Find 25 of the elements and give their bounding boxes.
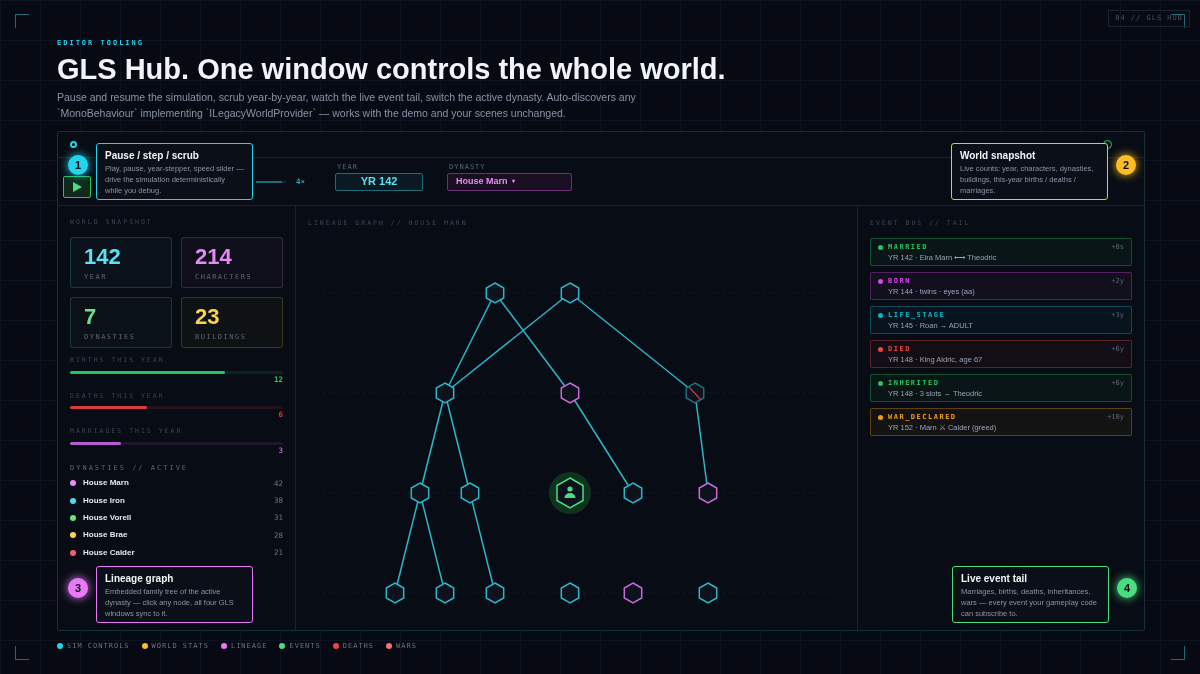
- step-number-badge: 3: [68, 578, 88, 598]
- callout-title: Live event tail: [961, 572, 1029, 586]
- dynasty-name[interactable]: House Calder: [83, 546, 267, 559]
- corner-bracket: [15, 14, 29, 28]
- play-icon: [72, 181, 82, 192]
- dynasty-name[interactable]: House Vorell: [83, 511, 267, 524]
- dynasty-name[interactable]: House Brae: [83, 529, 267, 542]
- dynasty-name[interactable]: House Iron: [83, 494, 267, 507]
- callout-title: World snapshot: [960, 149, 1037, 163]
- step-number-badge: 2: [1116, 155, 1136, 175]
- stat-value: 214: [195, 245, 233, 268]
- corner-bracket: [15, 646, 29, 660]
- step-number-badge: 4: [1117, 578, 1137, 598]
- play-button[interactable]: [63, 175, 91, 198]
- stat-value: 142: [84, 245, 122, 268]
- callout-title: Pause / step / scrub: [105, 149, 200, 163]
- corner-bracket: [1171, 646, 1185, 660]
- year-field[interactable]: YR 142: [335, 172, 424, 191]
- stat-value: 23: [195, 305, 221, 328]
- callout-title: Lineage graph: [105, 572, 175, 586]
- headline: GLS Hub. One window controls the whole world.: [57, 51, 727, 87]
- step-number-badge: 1: [68, 155, 88, 175]
- stat-value: 7: [84, 305, 98, 328]
- intro-paragraph: Pause and resume the simulation, scrub year-by-year, watch the live event tail, switch the active dynasty. Auto-discovers any `MonoBehaviour` implementing `ILegacyWorldProvider` — works with the demo and your scenes unchanged.: [57, 89, 637, 121]
- dynasty-name[interactable]: House Marn: [83, 477, 267, 490]
